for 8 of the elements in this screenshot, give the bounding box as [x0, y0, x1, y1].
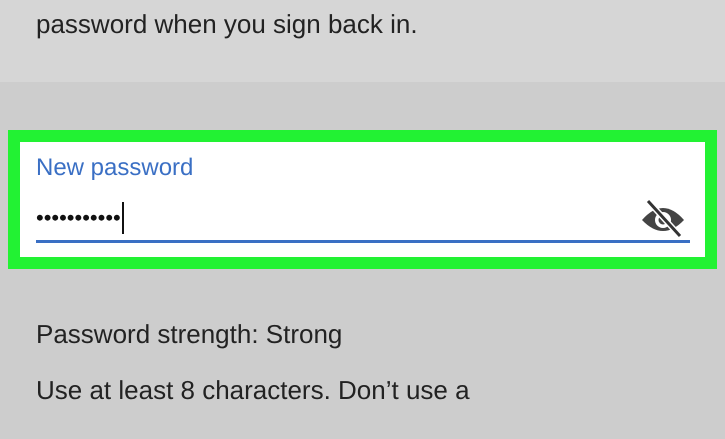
hint-text: Use at least 8 characters. Don’t use a	[35, 374, 471, 407]
text-cursor	[122, 202, 124, 234]
password-field[interactable]: New password •••••••••••	[20, 142, 705, 257]
password-value: •••••••••••	[36, 204, 121, 232]
intro-text: password when you sign back in.	[36, 8, 418, 41]
eye-slash-icon[interactable]	[640, 198, 686, 238]
field-label: New password	[36, 154, 194, 182]
password-strength-text: Password strength: Strong	[35, 318, 344, 351]
